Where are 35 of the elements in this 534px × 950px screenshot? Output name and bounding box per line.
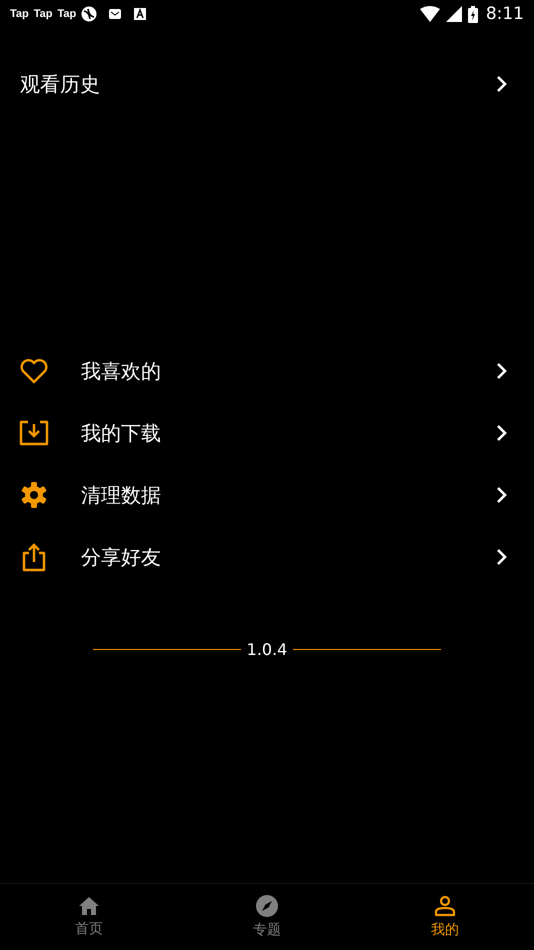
- nav-tab[interactable]: 首页: [0, 884, 178, 950]
- menu-item[interactable]: 分享好友: [0, 526, 534, 588]
- chevron-right-icon: [496, 486, 508, 504]
- chevron-right-icon: [496, 548, 508, 566]
- settings-icon: [19, 481, 49, 509]
- home-icon: [78, 896, 100, 916]
- app-notification-label: Tap: [10, 8, 29, 20]
- menu-item[interactable]: 我的下载: [0, 402, 534, 464]
- menu-item[interactable]: 清理数据: [0, 464, 534, 526]
- mail-icon: [108, 7, 122, 21]
- heart-icon: [19, 358, 49, 384]
- version-number: 1.0.4: [246, 640, 288, 659]
- history-row[interactable]: 观看历史: [0, 56, 534, 112]
- download-tray-icon: [19, 420, 49, 446]
- menu-label: 我的下载: [81, 420, 162, 446]
- chevron-right-icon: [496, 362, 508, 380]
- app-notification-label: Tap: [58, 8, 76, 20]
- battery-icon: [468, 6, 478, 22]
- menu-label: 分享好友: [81, 544, 162, 570]
- wifi-icon: [420, 6, 440, 22]
- clock-time: 8:11: [486, 4, 524, 24]
- ball-icon: [81, 6, 98, 22]
- menu-label: 我喜欢的: [81, 358, 162, 384]
- compass-icon: [256, 895, 278, 917]
- chevron-right-icon: [496, 75, 508, 93]
- nav-tab[interactable]: 我的: [356, 884, 534, 950]
- store-icon: [133, 7, 148, 21]
- nav-tab[interactable]: 专题: [178, 884, 356, 950]
- history-label: 观看历史: [20, 70, 100, 98]
- menu-item[interactable]: 我喜欢的: [0, 340, 534, 402]
- chevron-right-icon: [496, 424, 508, 442]
- app-notification-label: Tap: [34, 8, 52, 20]
- person-icon: [434, 895, 456, 917]
- signal-icon: [446, 6, 462, 22]
- menu-label: 清理数据: [81, 482, 162, 508]
